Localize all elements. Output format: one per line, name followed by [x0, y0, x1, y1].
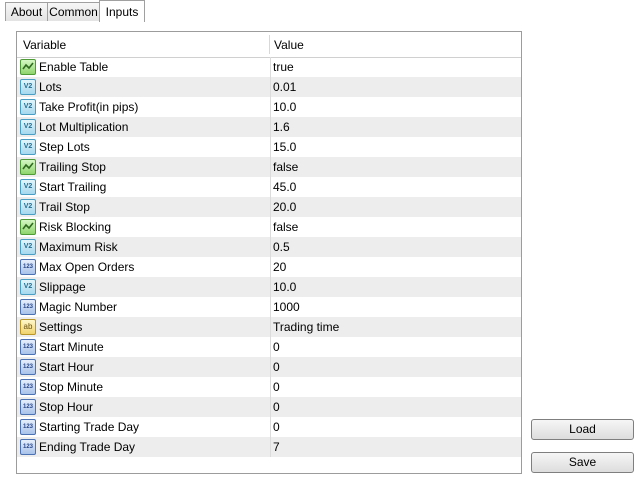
variable-value[interactable]: 20 — [270, 257, 520, 277]
table-row[interactable]: V2 Step Lots 15.0 — [17, 137, 521, 157]
table-header: Variable Value — [17, 32, 521, 58]
table-row[interactable]: V2 Lots 0.01 — [17, 77, 521, 97]
table-row[interactable]: 123 Start Hour 0 — [17, 357, 521, 377]
table-row[interactable]: V2 Trail Stop 20.0 — [17, 197, 521, 217]
table-row[interactable]: V2 Take Profit(in pips) 10.0 — [17, 97, 521, 117]
variable-value[interactable]: 0.5 — [270, 237, 520, 257]
integer-variable-icon: 123 — [20, 439, 36, 455]
tab-inputs[interactable]: Inputs — [99, 0, 145, 22]
tab-strip: About Common Inputs — [0, 0, 640, 22]
variable-value[interactable]: 0 — [270, 377, 520, 397]
table-row[interactable]: V2 Maximum Risk 0.5 — [17, 237, 521, 257]
variable-value[interactable]: 0 — [270, 337, 520, 357]
tab-common[interactable]: Common — [47, 2, 100, 21]
variable-value[interactable]: 45.0 — [270, 177, 520, 197]
table-row[interactable]: V2 Start Trailing 45.0 — [17, 177, 521, 197]
table-row[interactable]: 123 Magic Number 1000 — [17, 297, 521, 317]
variable-name: Risk Blocking — [39, 220, 112, 234]
integer-variable-icon: 123 — [20, 359, 36, 375]
column-header-variable[interactable]: Variable — [23, 32, 66, 57]
variable-value[interactable]: false — [270, 157, 520, 177]
integer-variable-icon: 123 — [20, 419, 36, 435]
load-button[interactable]: Load — [531, 419, 634, 440]
variable-name: Enable Table — [39, 60, 109, 74]
variable-value[interactable]: Trading time — [270, 317, 520, 337]
table-row[interactable]: 123 Start Minute 0 — [17, 337, 521, 357]
variable-name: Lot Multiplication — [39, 120, 129, 134]
variable-value[interactable]: 10.0 — [270, 277, 520, 297]
integer-variable-icon: 123 — [20, 259, 36, 275]
variable-name: Stop Hour — [39, 400, 94, 414]
bool-checkmark-icon — [20, 159, 36, 175]
variable-value[interactable]: 10.0 — [270, 97, 520, 117]
variable-name: Settings — [39, 320, 83, 334]
bool-checkmark-icon — [20, 219, 36, 235]
double-variable-icon: V2 — [20, 119, 36, 135]
variable-name: Lots — [39, 80, 62, 94]
integer-variable-icon: 123 — [20, 339, 36, 355]
string-variable-icon: ab — [20, 319, 36, 335]
variable-value[interactable]: 15.0 — [270, 137, 520, 157]
variable-value[interactable]: true — [270, 57, 520, 77]
table-row[interactable]: 123 Starting Trade Day 0 — [17, 417, 521, 437]
variable-name: Trailing Stop — [39, 160, 106, 174]
save-button[interactable]: Save — [531, 452, 634, 473]
variable-value[interactable]: 0 — [270, 417, 520, 437]
double-variable-icon: V2 — [20, 199, 36, 215]
double-variable-icon: V2 — [20, 99, 36, 115]
variable-value[interactable]: 0 — [270, 397, 520, 417]
variable-name: Take Profit(in pips) — [39, 100, 139, 114]
variable-value[interactable]: 0 — [270, 357, 520, 377]
inputs-table: Variable Value Enable Table true V2 Lots 0.0… — [16, 31, 522, 474]
integer-variable-icon: 123 — [20, 379, 36, 395]
double-variable-icon: V2 — [20, 139, 36, 155]
variable-value[interactable]: 0.01 — [270, 77, 520, 97]
bool-checkmark-icon — [20, 59, 36, 75]
table-row[interactable]: V2 Lot Multiplication 1.6 — [17, 117, 521, 137]
table-row[interactable]: 123 Stop Minute 0 — [17, 377, 521, 397]
column-separator[interactable] — [269, 35, 270, 54]
table-row[interactable]: Enable Table true — [17, 57, 521, 77]
variable-value[interactable]: 1000 — [270, 297, 520, 317]
table-row[interactable]: 123 Ending Trade Day 7 — [17, 437, 521, 457]
variable-name: Magic Number — [39, 300, 118, 314]
table-row[interactable]: V2 Slippage 10.0 — [17, 277, 521, 297]
variable-name: Slippage — [39, 280, 86, 294]
variable-name: Start Trailing — [39, 180, 107, 194]
variable-name: Trail Stop — [39, 200, 90, 214]
table-row[interactable]: 123 Max Open Orders 20 — [17, 257, 521, 277]
column-header-value[interactable]: Value — [274, 32, 304, 57]
variable-name: Step Lots — [39, 140, 90, 154]
table-row[interactable]: 123 Stop Hour 0 — [17, 397, 521, 417]
variable-name: Stop Minute — [39, 380, 104, 394]
double-variable-icon: V2 — [20, 179, 36, 195]
variable-value[interactable]: 1.6 — [270, 117, 520, 137]
table-row[interactable]: Trailing Stop false — [17, 157, 521, 177]
variable-name: Start Minute — [39, 340, 104, 354]
variable-name: Starting Trade Day — [39, 420, 140, 434]
integer-variable-icon: 123 — [20, 299, 36, 315]
table-row[interactable]: Risk Blocking false — [17, 217, 521, 237]
variable-name: Maximum Risk — [39, 240, 118, 254]
double-variable-icon: V2 — [20, 279, 36, 295]
variable-name: Ending Trade Day — [39, 440, 136, 454]
tab-about[interactable]: About — [5, 2, 48, 21]
variable-name: Max Open Orders — [39, 260, 135, 274]
variable-value[interactable]: false — [270, 217, 520, 237]
double-variable-icon: V2 — [20, 79, 36, 95]
table-body: Enable Table true V2 Lots 0.01 V2 Take Profit(… — [17, 57, 521, 457]
variable-value[interactable]: 20.0 — [270, 197, 520, 217]
double-variable-icon: V2 — [20, 239, 36, 255]
variable-name: Start Hour — [39, 360, 94, 374]
integer-variable-icon: 123 — [20, 399, 36, 415]
variable-value[interactable]: 7 — [270, 437, 520, 457]
table-row[interactable]: ab Settings Trading time — [17, 317, 521, 337]
